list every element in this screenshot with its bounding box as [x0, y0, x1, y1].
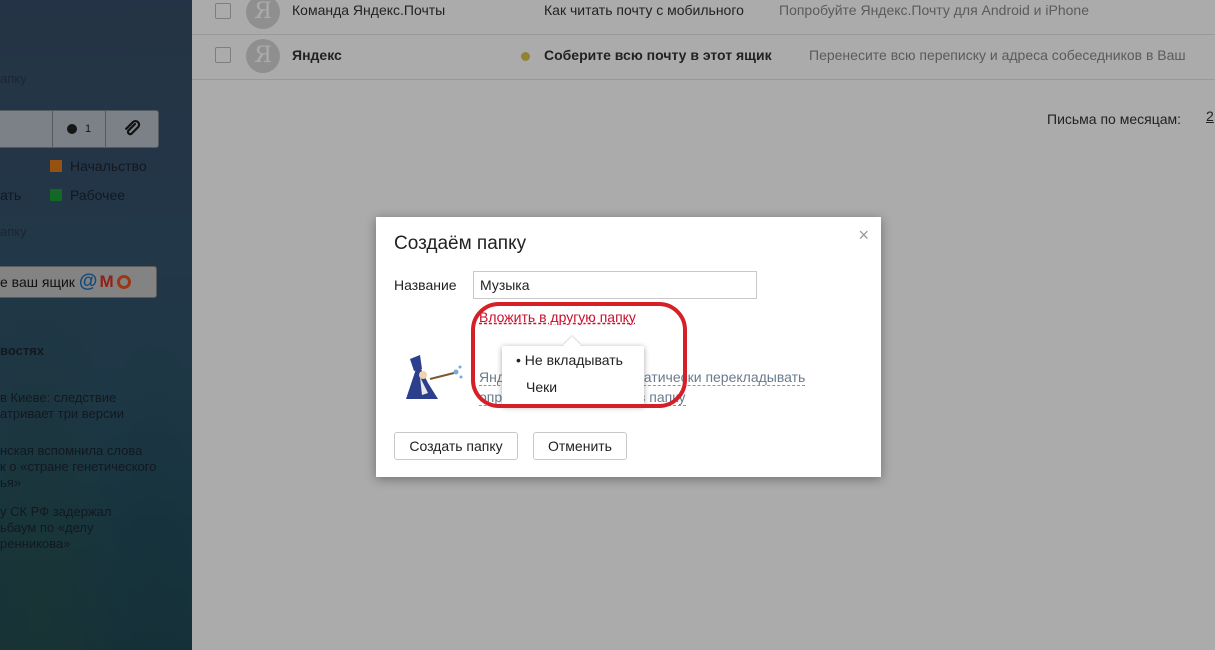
cancel-button[interactable]: Отменить	[533, 432, 627, 460]
folder-name-label: Название	[394, 277, 457, 293]
highlight-annotation	[471, 302, 687, 408]
close-icon[interactable]: ×	[858, 225, 869, 246]
create-folder-button[interactable]: Создать папку	[394, 432, 518, 460]
dialog-title: Создаём папку	[394, 233, 527, 254]
folder-name-input[interactable]	[473, 271, 757, 299]
wizard-icon	[406, 355, 463, 399]
